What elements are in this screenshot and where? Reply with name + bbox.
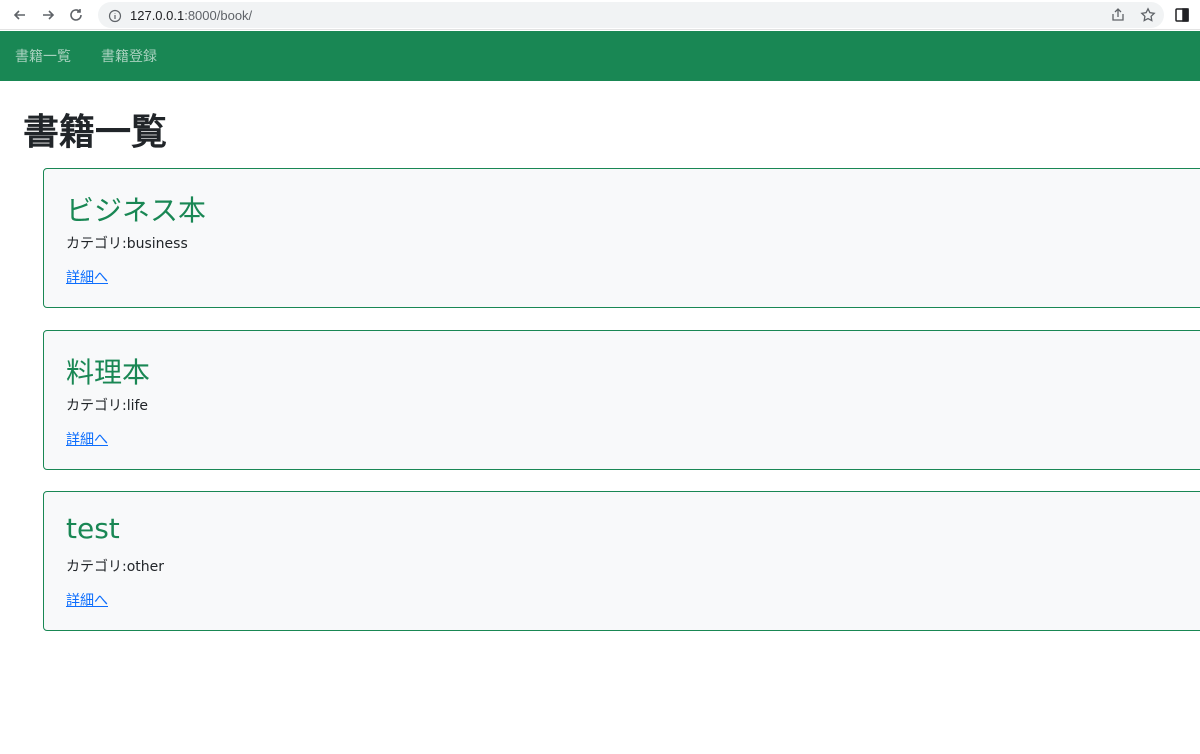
browser-toolbar: 127.0.0.1:8000/book/: [0, 0, 1200, 30]
detail-link[interactable]: 詳細へ: [66, 590, 108, 610]
nav-link-book-register[interactable]: 書籍登録: [101, 46, 157, 66]
detail-link[interactable]: 詳細へ: [66, 429, 108, 449]
url-text[interactable]: 127.0.0.1:8000/book/: [130, 8, 252, 23]
address-bar[interactable]: 127.0.0.1:8000/book/: [98, 2, 1164, 28]
navbar: 書籍一覧 書籍登録: [0, 31, 1200, 81]
reload-icon[interactable]: [62, 1, 90, 29]
book-title: test: [66, 512, 120, 545]
book-title: 料理本: [66, 356, 151, 389]
book-title: ビジネス本: [66, 194, 207, 227]
back-arrow-icon[interactable]: [6, 1, 34, 29]
page-title: 書籍一覧: [23, 112, 168, 153]
share-icon[interactable]: [1110, 7, 1126, 23]
detail-link[interactable]: 詳細へ: [66, 267, 108, 287]
forward-arrow-icon[interactable]: [34, 1, 62, 29]
side-panel-icon[interactable]: [1174, 7, 1190, 23]
book-category: カテゴリ:other: [66, 559, 165, 575]
nav-link-book-list[interactable]: 書籍一覧: [15, 46, 71, 66]
book-card: 料理本 カテゴリ:life 詳細へ: [43, 330, 1200, 470]
bookmark-star-icon[interactable]: [1140, 7, 1156, 23]
book-category: カテゴリ:life: [66, 398, 149, 414]
info-icon[interactable]: [108, 8, 122, 23]
book-category: カテゴリ:business: [66, 236, 188, 252]
book-card: ビジネス本 カテゴリ:business 詳細へ: [43, 168, 1200, 308]
book-card: test カテゴリ:other 詳細へ: [43, 491, 1200, 631]
